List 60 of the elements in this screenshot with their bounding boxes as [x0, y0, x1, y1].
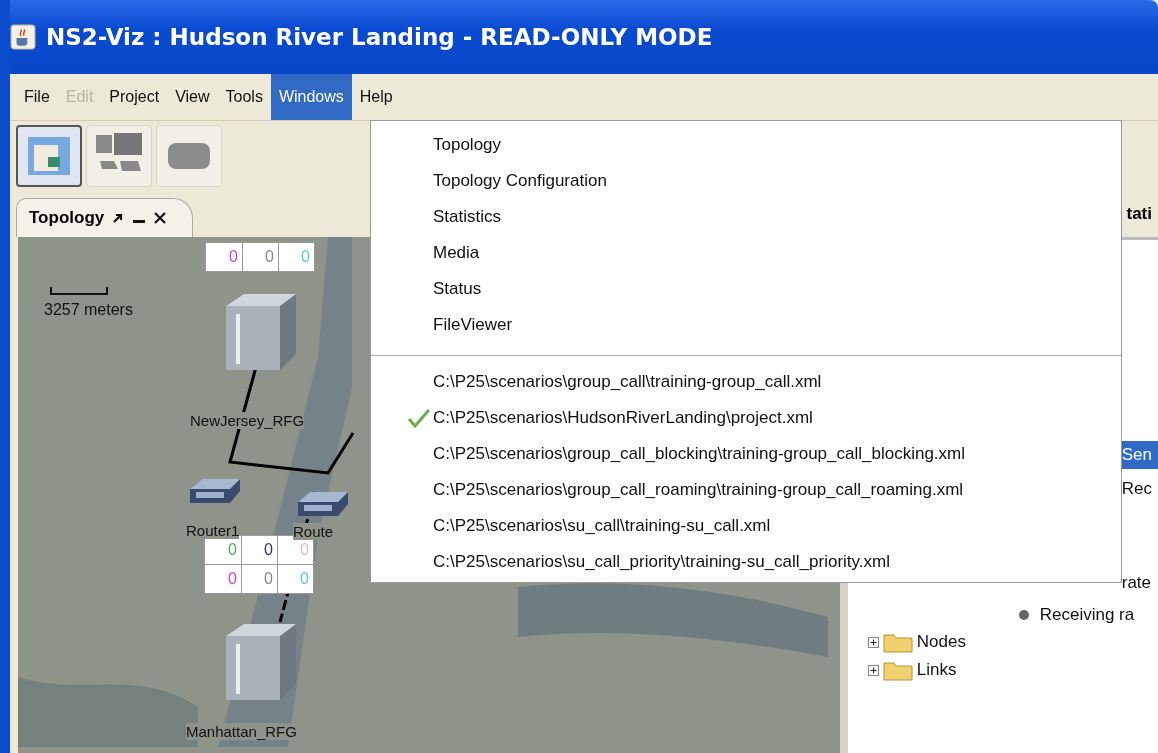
- scale-bar: [50, 287, 108, 295]
- counter-value: 0: [241, 565, 277, 593]
- close-icon[interactable]: [154, 212, 167, 224]
- menu-item-label: C:\P25\scenarios\HudsonRiverLanding\project.xml: [433, 408, 813, 428]
- menu-item[interactable]: Statistics: [371, 199, 1121, 235]
- tab-label: Topology: [29, 208, 105, 228]
- menu-item[interactable]: Topology: [371, 127, 1121, 163]
- menu-item-label: C:\P25\scenarios\su_call_priority\training-su_call_priority.xml: [433, 552, 890, 572]
- menu-item[interactable]: C:\P25\scenarios\su_call\training-su_call.xml: [371, 508, 1121, 544]
- menu-item-label: C:\P25\scenarios\group_call_blocking\training-group_call_blocking.xml: [433, 444, 965, 464]
- coffee-cup-icon: [10, 24, 36, 50]
- router-icon[interactable]: [296, 490, 350, 518]
- menu-item[interactable]: C:\P25\scenarios\group_call_roaming\training-group_call_roaming.xml: [371, 472, 1121, 508]
- menu-item[interactable]: Media: [371, 235, 1121, 271]
- arrow-icon[interactable]: [112, 212, 125, 224]
- counter-value: 0: [227, 569, 238, 589]
- menu-item[interactable]: Help: [351, 74, 401, 120]
- menu-item-label: Topology: [433, 135, 502, 155]
- menu-item[interactable]: FileViewer: [371, 307, 1121, 343]
- menu-item[interactable]: Topology Configuration: [371, 163, 1121, 199]
- expand-icon[interactable]: [867, 664, 879, 676]
- node-label: Manhattan_RFG: [186, 723, 297, 740]
- menu-item-label: C:\P25\scenarios\group_call_roaming\training-group_call_roaming.xml: [433, 480, 964, 500]
- counter-value: 0: [277, 565, 313, 593]
- counter-value: 0: [241, 536, 277, 564]
- menu-item-label: C:\P25\scenarios\su_call\training-su_call.xml: [433, 516, 771, 536]
- counter-value: 0: [228, 247, 239, 267]
- topology-tab[interactable]: Topology: [16, 198, 194, 237]
- menu-item[interactable]: Status: [371, 271, 1121, 307]
- counter-value: 0: [242, 243, 278, 271]
- node-label: Route: [293, 523, 334, 540]
- folder-icon: [882, 631, 913, 653]
- menu-item-label: Media: [433, 243, 480, 263]
- router-icon[interactable]: [188, 477, 242, 505]
- scale-label: 3257 meters: [44, 301, 133, 319]
- menu-item-label: Status: [433, 279, 482, 299]
- counter-value: 0: [278, 243, 314, 271]
- statistics-tab[interactable]: tati: [1126, 204, 1158, 224]
- window-title: NS2-Viz : Hudson River Landing - READ-ONLY MODE: [46, 24, 713, 50]
- node-label: NewJersey_RFG: [190, 412, 305, 429]
- menu-item[interactable]: Windows: [270, 74, 352, 120]
- expand-icon[interactable]: [867, 636, 879, 648]
- tree-item[interactable]: Receiving ra: [1039, 605, 1135, 625]
- menu-item-label: C:\P25\scenarios\group_call\training-group_call.xml: [433, 372, 822, 392]
- menu-item[interactable]: View: [167, 74, 218, 120]
- menu-item[interactable]: Project: [101, 74, 168, 120]
- counter-value: 0: [227, 540, 238, 560]
- tree-item[interactable]: Nodes: [916, 632, 966, 652]
- folder-icon: [882, 659, 913, 681]
- menu-item-label: FileViewer: [433, 315, 513, 335]
- dot-icon: [1017, 609, 1030, 621]
- tree-item[interactable]: Links: [916, 660, 957, 680]
- menu-item[interactable]: C:\P25\scenarios\su_call_priority\training-su_call_priority.xml: [371, 544, 1121, 580]
- menu-item[interactable]: C:\P25\scenarios\HudsonRiverLanding\project.xml: [371, 400, 1121, 436]
- menu-item-label: Topology Configuration: [433, 171, 607, 191]
- menu-item[interactable]: Tools: [217, 74, 271, 120]
- toolbar-button[interactable]: [16, 125, 82, 187]
- menu-item[interactable]: File: [16, 74, 58, 120]
- menu-item-label: Statistics: [433, 207, 502, 227]
- menu-item[interactable]: C:\P25\scenarios\group_call\training-group_call.xml: [371, 364, 1121, 400]
